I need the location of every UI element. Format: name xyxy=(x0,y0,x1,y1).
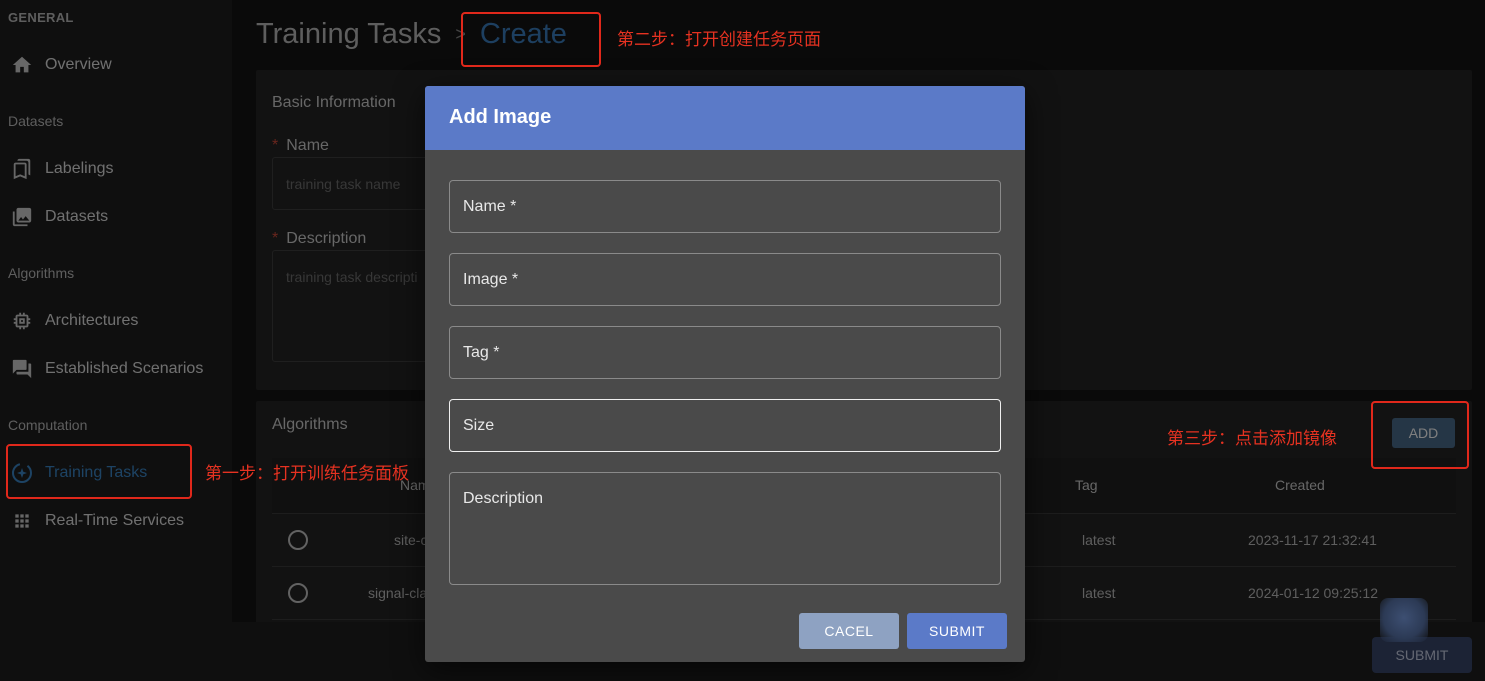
dialog-submit-button[interactable]: SUBMIT xyxy=(907,613,1007,649)
annotation-box-step3 xyxy=(1371,401,1469,469)
annotation-step1: 第一步：打开训练任务面板 xyxy=(205,464,409,484)
app-window: GENERAL Overview Datasets Labelings Data… xyxy=(0,0,1485,681)
annotation-box-step1 xyxy=(6,444,192,499)
annotation-step2: 第二步：打开创建任务页面 xyxy=(617,30,821,50)
size-input[interactable]: Size xyxy=(449,399,1001,452)
image-input[interactable]: Image * xyxy=(449,253,1001,306)
dialog-title: Add Image xyxy=(449,106,552,128)
floating-assistant-icon[interactable] xyxy=(1380,598,1428,642)
annotation-box-step2 xyxy=(461,12,601,67)
cancel-button[interactable]: CACEL xyxy=(799,613,899,649)
add-image-dialog: Add Image Name * Image * Tag * Size Desc… xyxy=(425,86,1025,662)
image-description-input[interactable]: Description xyxy=(449,472,1001,585)
image-name-input[interactable]: Name * xyxy=(449,180,1001,233)
annotation-step3: 第三步：点击添加镜像 xyxy=(1167,429,1337,449)
dialog-header: Add Image xyxy=(425,86,1025,150)
tag-input[interactable]: Tag * xyxy=(449,326,1001,379)
